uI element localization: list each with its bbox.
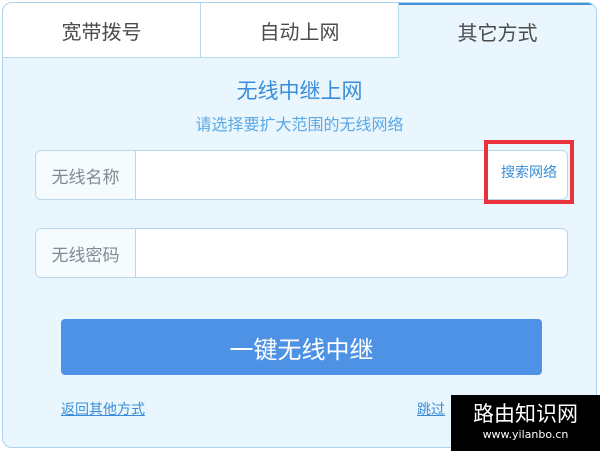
back-to-other-methods-link[interactable]: 返回其他方式 [61, 399, 145, 419]
tab-broadband-dialup[interactable]: 宽带拨号 [3, 3, 201, 58]
page-subtitle: 请选择要扩大范围的无线网络 [195, 115, 404, 134]
watermark-title: 路由知识网 [473, 402, 578, 426]
site-watermark: 路由知识网 www.yilanbo.cn [451, 395, 600, 451]
wifi-name-label: 无线名称 [36, 151, 136, 199]
watermark-url: www.yilanbo.cn [482, 428, 569, 441]
wifi-password-label: 无线密码 [36, 229, 136, 277]
one-click-relay-button[interactable]: 一键无线中继 [61, 319, 542, 375]
wireless-relay-panel: 宽带拨号 自动上网 其它方式 无线中继上网 请选择要扩大范围的无线网络 无线名称… [2, 2, 597, 448]
skip-link[interactable]: 跳过 [417, 399, 445, 419]
wifi-password-input[interactable] [136, 229, 567, 277]
search-network-button[interactable]: 搜索网络 [484, 140, 574, 204]
tab-other-methods[interactable]: 其它方式 [399, 3, 596, 58]
mode-tabs: 宽带拨号 自动上网 其它方式 [3, 3, 596, 58]
tab-auto-internet[interactable]: 自动上网 [201, 3, 399, 58]
page-title: 无线中继上网 [236, 79, 363, 103]
wifi-password-field: 无线密码 [35, 228, 568, 278]
